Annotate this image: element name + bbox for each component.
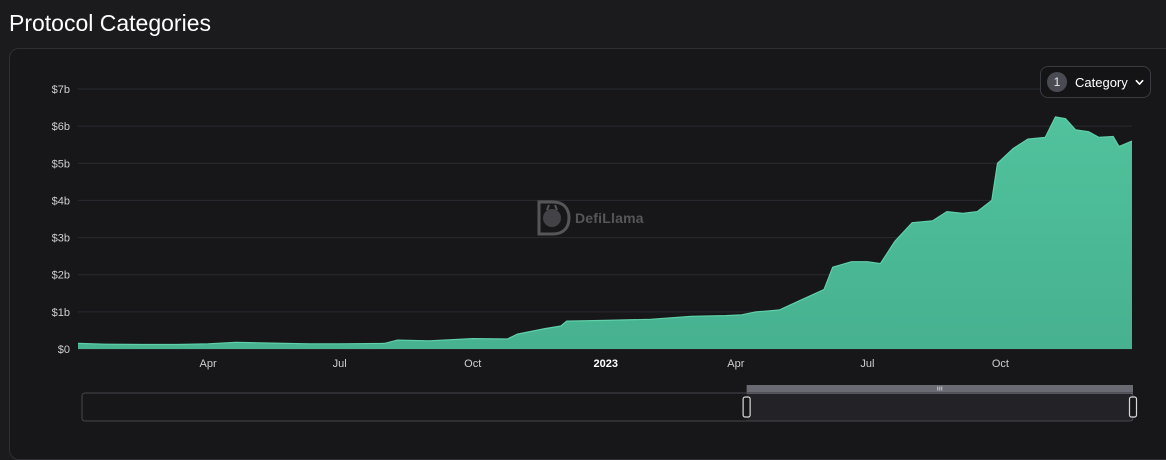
zoom-handle[interactable] — [1128, 396, 1138, 418]
watermark-text: DefiLlama — [575, 210, 644, 226]
y-tick-label: $1b — [52, 307, 70, 319]
x-tick-label: 2023 — [593, 358, 617, 370]
y-tick-label: $5b — [52, 158, 70, 170]
y-tick-label: $7b — [52, 84, 70, 96]
x-tick-label: Oct — [464, 358, 481, 370]
x-tick-label: Oct — [992, 358, 1009, 370]
y-tick-label: $3b — [52, 233, 70, 245]
x-tick-label: Apr — [727, 358, 744, 370]
x-tick-label: Jul — [860, 358, 874, 370]
zoom-selection[interactable] — [746, 393, 1133, 421]
y-tick-label: $4b — [52, 195, 70, 207]
y-axis: $0 $1b $2b $3b $4b $5b $6b $7b — [52, 84, 70, 356]
category-select-label: Category — [1075, 74, 1128, 90]
llama-logo-icon — [537, 200, 571, 236]
zoom-slider[interactable] — [81, 385, 1138, 422]
y-tick-label: $0 — [58, 344, 70, 356]
defillama-watermark: DefiLlama — [533, 198, 644, 238]
x-tick-label: Jul — [333, 358, 347, 370]
selected-count-badge: 1 — [1047, 72, 1067, 92]
category-select[interactable]: 1 Category — [1040, 66, 1151, 98]
x-tick-label: Apr — [200, 358, 217, 370]
zoom-handle[interactable] — [742, 396, 751, 418]
x-axis: Apr Jul Oct 2023 Apr Jul Oct — [200, 358, 1009, 370]
chevron-down-icon — [1135, 79, 1144, 85]
y-tick-label: $6b — [52, 121, 70, 133]
y-tick-label: $2b — [52, 270, 70, 282]
